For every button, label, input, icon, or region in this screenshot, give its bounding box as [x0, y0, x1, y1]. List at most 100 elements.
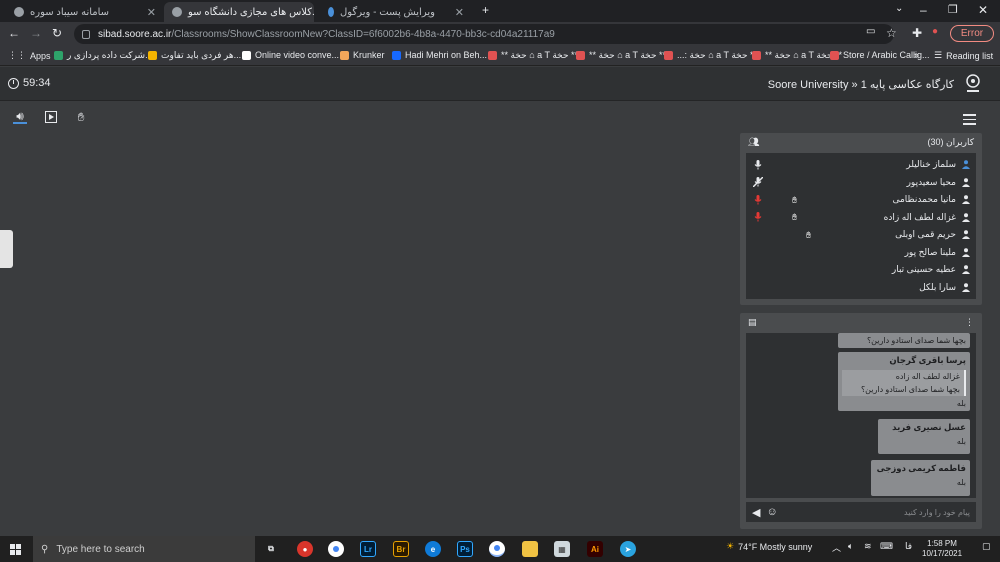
raised-hand-icon: ✋︎: [806, 229, 812, 240]
emoji-icon[interactable]: ☺: [766, 506, 777, 519]
forward-icon[interactable]: →: [30, 26, 42, 40]
microphone-icon[interactable]: [754, 159, 762, 170]
app-icon-gray[interactable]: ▦: [554, 541, 570, 557]
tray-chevron-icon[interactable]: ︿: [832, 541, 841, 554]
user-name: محیا سعیدپور: [906, 176, 956, 187]
error-button[interactable]: Error: [950, 25, 994, 42]
user-name: عطیه حسینی تبار: [891, 264, 956, 274]
user-icon: [962, 177, 970, 187]
minimize-button[interactable]: –: [920, 3, 927, 17]
class-title: Soore University » کارگاه عکاسی پایه 1: [767, 79, 954, 91]
speaker-icon[interactable]: 🔊︎: [13, 109, 27, 124]
profile-icon[interactable]: ●: [932, 26, 938, 37]
raise-hand-icon[interactable]: ✋︎: [74, 110, 88, 124]
hamburger-menu-icon[interactable]: [963, 114, 976, 128]
close-tab-icon[interactable]: ✕: [147, 6, 156, 19]
bookmark-item[interactable]: شرکت داده پردازی ر...: [54, 50, 153, 61]
close-window-button[interactable]: ✕: [978, 3, 988, 17]
user-name: سلماز خنالیلر: [906, 159, 956, 169]
tab-title: سامانه سیباد سوره: [30, 6, 110, 18]
reading-list[interactable]: ☰ Reading list: [934, 50, 993, 61]
tab-virtual-classes[interactable]: کلاس های مجازی دانشگاه سو... ✕: [164, 2, 314, 22]
bridge-icon[interactable]: Br: [393, 541, 409, 557]
user-row[interactable]: مانیا محمدنظامی ✋︎: [746, 191, 976, 208]
new-tab-button[interactable]: +: [482, 3, 489, 17]
bookmark-item[interactable]: هر فردی باید تفاوت...: [148, 50, 241, 61]
user-row[interactable]: حریم قمی اوبلی ✋︎: [746, 226, 976, 243]
clock-date: 10/17/2021: [922, 549, 963, 558]
session-timer: 59:34: [8, 77, 51, 89]
bookmark-icon: [576, 51, 585, 60]
back-icon[interactable]: ←: [8, 26, 20, 40]
taskbar-search[interactable]: ⚲ Type here to search: [33, 536, 255, 562]
chrome-active-icon[interactable]: [489, 541, 505, 557]
chat-more-icon[interactable]: ⋮: [965, 317, 974, 328]
cast-icon[interactable]: ▭: [866, 26, 875, 37]
tab-virgool[interactable]: ویرایش پست - ویرگول ✕: [320, 2, 472, 22]
close-tab-icon[interactable]: ✕: [455, 6, 464, 19]
tab-search-icon[interactable]: ⌄: [895, 3, 903, 14]
message-text: بله: [956, 399, 966, 408]
input-language[interactable]: فا: [905, 541, 912, 552]
address-bar[interactable]: sibad.soore.ac.ir /Classrooms/ShowClassr…: [74, 24, 894, 44]
user-row[interactable]: سلماز خنالیلر: [746, 156, 976, 173]
message-text: بچها شما صدای استادو دارین؟: [866, 336, 966, 345]
bookmark-item[interactable]: Online video conve...: [242, 50, 339, 60]
users-panel-header: 👥︎ کاربران (30): [740, 133, 982, 151]
chrome-icon[interactable]: [328, 541, 344, 557]
bookmark-icon: [148, 51, 157, 60]
microphone-icon[interactable]: [754, 212, 762, 222]
windows-start-icon[interactable]: [10, 544, 21, 555]
app-icon-red[interactable]: ●: [297, 541, 313, 557]
play-video-icon[interactable]: [44, 110, 58, 124]
chat-panel: ▤ ⋮ بچها شما صدای استادو دارین؟ پرسا باق…: [740, 313, 982, 529]
sun-icon: ☀: [726, 541, 735, 551]
bookmark-star-icon[interactable]: ☆: [886, 26, 897, 40]
photoshop-icon[interactable]: Ps: [457, 541, 473, 557]
user-row[interactable]: ملینا صالح پور: [746, 244, 976, 261]
telegram-icon[interactable]: ➤: [620, 541, 636, 557]
quoted-message: غزاله لطف اله زاده بچها شما صدای استادو …: [842, 370, 966, 396]
weather-widget[interactable]: ☀ 74°F Mostly sunny: [726, 541, 812, 552]
task-view-icon[interactable]: ⧉: [263, 541, 279, 557]
bookmark-item[interactable]: ...: حخة ⌂ a T حخة **: [664, 50, 757, 61]
user-row[interactable]: سارا بلکل: [746, 279, 976, 296]
taskbar-clock[interactable]: 1:58 PM 10/17/2021: [922, 539, 962, 559]
chat-input[interactable]: ◀ ☺ پیام خود را وارد کنید: [746, 502, 976, 522]
extensions-icon[interactable]: ✚: [912, 26, 922, 40]
user-icon: [962, 160, 970, 169]
bookmark-item[interactable]: Hadi Mehri on Beh...: [392, 50, 487, 60]
bookmark-item[interactable]: Krunker: [340, 50, 385, 60]
notifications-icon[interactable]: ▢: [982, 541, 991, 552]
bookmark-item[interactable]: ** حخة ⌂ a T حخة **: [576, 50, 666, 61]
maximize-button[interactable]: ❐: [948, 3, 958, 16]
search-placeholder: Type here to search: [56, 543, 145, 555]
bookmark-apps[interactable]: ⋮⋮ Apps: [8, 50, 51, 61]
network-icon[interactable]: ≋: [864, 541, 872, 552]
message-sender: فاطمه کریمی دوزجی: [876, 463, 966, 473]
user-row[interactable]: عطیه حسینی تبار: [746, 261, 976, 278]
tab-title: کلاس های مجازی دانشگاه سو...: [188, 6, 314, 18]
edge-icon[interactable]: e: [425, 541, 441, 557]
mic-muted-icon[interactable]: [753, 177, 763, 187]
timer-value: 59:34: [23, 77, 51, 89]
side-drawer-handle[interactable]: [0, 230, 13, 268]
clock-icon: [8, 77, 19, 89]
keyboard-icon[interactable]: ⌨: [880, 541, 893, 552]
bookmark-item[interactable]: ** حخة ⌂ a T حخة **: [752, 50, 842, 61]
illustrator-icon[interactable]: Ai: [587, 541, 603, 557]
file-explorer-icon[interactable]: [522, 541, 538, 557]
bookmark-item[interactable]: ** حخة ⌂ a T حخة **: [488, 50, 578, 61]
globe-icon: [172, 7, 182, 17]
lightroom-icon[interactable]: Lr: [360, 541, 376, 557]
bookmark-icon: [752, 51, 761, 60]
bookmarks-overflow[interactable]: »: [914, 50, 919, 60]
tab-sibad[interactable]: سامانه سیباد سوره ✕: [6, 2, 164, 22]
lock-icon: [82, 29, 90, 39]
user-row[interactable]: غزاله لطف اله زاده ✋︎: [746, 209, 976, 226]
microphone-icon[interactable]: [754, 194, 762, 205]
send-icon[interactable]: ◀: [752, 506, 760, 519]
reload-icon[interactable]: ↻: [52, 26, 62, 40]
volume-icon[interactable]: 🔈︎: [848, 541, 853, 552]
user-row[interactable]: محیا سعیدپور: [746, 174, 976, 191]
